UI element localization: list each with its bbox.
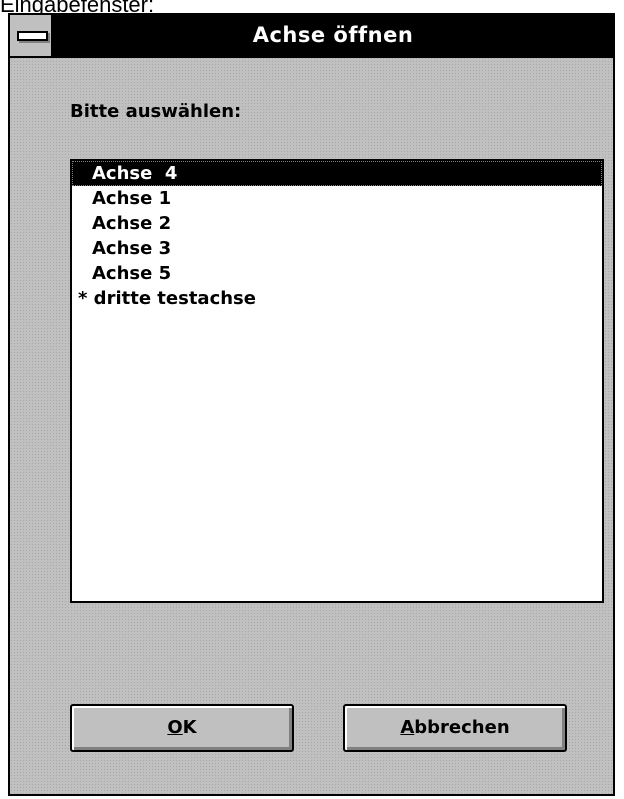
- cancel-button-mnemonic: A: [400, 717, 415, 738]
- axis-listbox[interactable]: Achse 4 Achse 1 Achse 2 Achse 3 Achse 5 …: [70, 159, 604, 603]
- list-item-achse-1[interactable]: Achse 1: [72, 186, 602, 211]
- open-axis-dialog: Achse öffnen Bitte auswählen: Achse 4 Ac…: [8, 13, 615, 796]
- background-caption: Eingabefenster:: [0, 0, 155, 17]
- cancel-button[interactable]: Abbrechen: [343, 704, 567, 752]
- title-bar[interactable]: Achse öffnen: [10, 15, 613, 58]
- ok-button-label: K: [182, 717, 197, 738]
- list-item-dritte-testachse[interactable]: * dritte testachse: [72, 286, 602, 311]
- cancel-button-label: bbrechen: [414, 717, 510, 738]
- dialog-title: Achse öffnen: [252, 23, 414, 47]
- system-menu-icon: [17, 31, 48, 41]
- list-item-achse-5[interactable]: Achse 5: [72, 261, 602, 286]
- ok-button-mnemonic: O: [167, 717, 183, 738]
- list-item-achse-4[interactable]: Achse 4: [72, 161, 602, 186]
- list-item-achse-3[interactable]: Achse 3: [72, 236, 602, 261]
- ok-button[interactable]: OK: [70, 704, 294, 752]
- list-item-achse-2[interactable]: Achse 2: [72, 211, 602, 236]
- select-prompt-label: Bitte auswählen:: [70, 101, 242, 122]
- system-menu-button[interactable]: [10, 15, 53, 56]
